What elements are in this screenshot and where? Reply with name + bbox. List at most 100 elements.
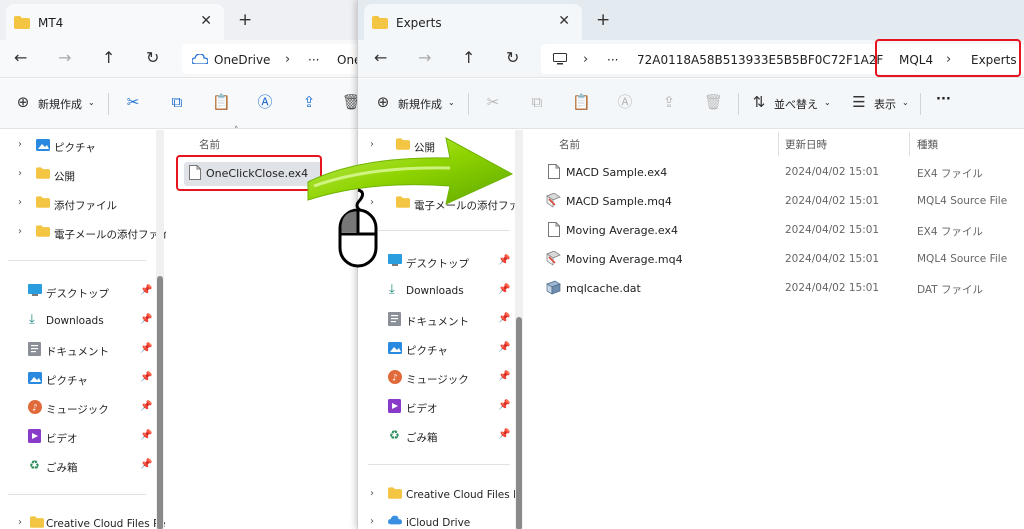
new-plus-icon[interactable]: ⊕ <box>374 93 392 111</box>
copy-icon[interactable]: ⧉ <box>168 93 186 111</box>
more-options-icon[interactable]: ··· <box>936 92 951 107</box>
share-icon[interactable]: ⇪ <box>300 93 318 111</box>
nav-item-creative-cloud[interactable]: › Creative Cloud Files Pe <box>370 486 516 506</box>
copy-icon[interactable]: ⧉ <box>528 93 546 111</box>
pin-icon[interactable]: 📌 <box>498 255 510 266</box>
quick-access-desktop[interactable]: デスクトップ 📌 <box>388 253 512 273</box>
sort-caret-icon: ˄ <box>234 126 239 136</box>
new-tab-icon[interactable]: + <box>238 10 252 30</box>
forward-icon[interactable]: → <box>418 48 431 67</box>
chevron-right-icon[interactable]: › <box>370 516 374 527</box>
close-tab-icon[interactable]: ✕ <box>200 13 212 29</box>
chevron-right-icon[interactable]: › <box>370 488 374 499</box>
chevron-right-icon[interactable]: › <box>18 139 22 150</box>
column-divider[interactable] <box>909 132 910 156</box>
pin-icon[interactable]: 📌 <box>498 371 510 382</box>
delete-icon[interactable]: 🗑 <box>704 93 723 111</box>
pin-icon[interactable]: 📌 <box>140 314 152 325</box>
quick-access-music[interactable]: ♪ ミュージック 📌 <box>388 369 512 389</box>
quick-access-downloads[interactable]: ⤓ Downloads 📌 <box>28 312 152 332</box>
back-icon[interactable]: ← <box>14 48 27 67</box>
pin-icon[interactable]: 📌 <box>498 400 510 411</box>
close-tab-icon[interactable]: ✕ <box>558 13 570 29</box>
sort-button[interactable]: 並べ替え <box>774 96 818 112</box>
pin-icon[interactable]: 📌 <box>498 429 510 440</box>
file-row[interactable]: mqlcache.dat 2024/04/02 15:01 DAT ファイル <box>542 277 1022 301</box>
address-field[interactable]: OneDrive › ··· One <box>182 44 360 74</box>
column-header-type[interactable]: 種類 <box>917 137 938 152</box>
column-divider[interactable] <box>778 132 779 156</box>
pin-icon[interactable]: 📌 <box>140 430 152 441</box>
nav-item-email-attachments[interactable]: › 電子メールの添付ファイ <box>18 224 166 244</box>
nav-label: ピクチャ <box>46 375 88 387</box>
nav-item-attachments[interactable]: › 添付ファイル <box>18 195 166 215</box>
pin-icon[interactable]: 📌 <box>140 285 152 296</box>
up-icon[interactable]: ↑ <box>462 48 475 67</box>
nav-item-icloud-drive[interactable]: › iCloud Drive <box>370 514 516 529</box>
file-name: MACD Sample.mq4 <box>566 195 672 208</box>
quick-access-documents[interactable]: ドキュメント 📌 <box>388 311 512 331</box>
toolbar-divider <box>738 93 739 115</box>
quick-access-pictures[interactable]: ピクチャ 📌 <box>28 370 152 390</box>
new-plus-icon[interactable]: ⊕ <box>14 93 32 111</box>
chevron-right-icon[interactable]: › <box>18 197 22 208</box>
quick-access-music[interactable]: ♪ ミュージック 📌 <box>28 399 152 419</box>
quick-access-downloads[interactable]: ⤓ Downloads 📌 <box>388 282 512 302</box>
column-header-name[interactable]: 名前 <box>199 137 220 152</box>
pin-icon[interactable]: 📌 <box>498 313 510 324</box>
refresh-icon[interactable]: ↻ <box>146 48 159 67</box>
nav-scrollbar[interactable] <box>156 130 164 529</box>
up-icon[interactable]: ↑ <box>102 48 115 67</box>
breadcrumb-more[interactable]: ··· <box>607 53 618 67</box>
chevron-right-icon[interactable]: › <box>18 517 22 528</box>
quick-access-documents[interactable]: ドキュメント 📌 <box>28 341 152 361</box>
file-row[interactable]: Moving Average.ex4 2024/04/02 15:01 EX4 … <box>542 219 1022 243</box>
paste-icon[interactable]: 📋 <box>572 93 591 111</box>
paste-icon[interactable]: 📋 <box>212 93 231 111</box>
pin-icon[interactable]: 📌 <box>498 284 510 295</box>
tab-experts[interactable]: Experts ✕ <box>364 4 582 40</box>
pin-icon[interactable]: 📌 <box>140 459 152 470</box>
nav-item-creative-cloud[interactable]: › Creative Cloud Files Pe <box>18 515 166 529</box>
refresh-icon[interactable]: ↻ <box>506 48 519 67</box>
back-icon[interactable]: ← <box>374 48 387 67</box>
nav-scrollbar-thumb[interactable] <box>157 276 163 529</box>
quick-access-videos[interactable]: ビデオ 📌 <box>28 428 152 448</box>
view-icon[interactable]: ☰ <box>850 93 868 111</box>
file-row[interactable]: MACD Sample.ex4 2024/04/02 15:01 EX4 ファイ… <box>542 161 1022 185</box>
quick-access-pictures[interactable]: ピクチャ 📌 <box>388 340 512 360</box>
share-icon[interactable]: ⇪ <box>660 93 678 111</box>
cut-icon[interactable]: ✂ <box>484 93 502 111</box>
pin-icon[interactable]: 📌 <box>140 343 152 354</box>
file-row[interactable]: Moving Average.mq4 2024/04/02 15:01 MQL4… <box>542 248 1022 272</box>
view-button[interactable]: 表示 <box>874 96 896 112</box>
new-tab-icon[interactable]: + <box>596 10 610 30</box>
quick-access-recycle-bin[interactable]: ♻ ごみ箱 📌 <box>28 457 152 477</box>
breadcrumb-data-folder[interactable]: 72A0118A58B513933E5B5BF0C72F1A2F <box>637 53 883 67</box>
forward-icon[interactable]: → <box>58 48 71 67</box>
pin-icon[interactable]: 📌 <box>498 342 510 353</box>
new-button[interactable]: 新規作成 <box>398 96 442 112</box>
cut-icon[interactable]: ✂ <box>124 93 142 111</box>
chevron-right-icon[interactable]: › <box>18 226 22 237</box>
nav-item-pictures[interactable]: › ピクチャ <box>18 137 166 157</box>
rename-icon[interactable]: Ⓐ <box>256 93 274 111</box>
quick-access-recycle-bin[interactable]: ♻ ごみ箱 📌 <box>388 427 512 447</box>
column-header-name[interactable]: 名前 <box>559 137 580 152</box>
new-button[interactable]: 新規作成 <box>38 96 82 112</box>
nav-item-public[interactable]: › 公開 <box>18 166 166 186</box>
quick-access-desktop[interactable]: デスクトップ 📌 <box>28 283 152 303</box>
pin-icon[interactable]: 📌 <box>140 401 152 412</box>
quick-access-videos[interactable]: ビデオ 📌 <box>388 398 512 418</box>
nav-scrollbar-thumb[interactable] <box>516 317 522 529</box>
chevron-right-icon[interactable]: › <box>18 168 22 179</box>
rename-icon[interactable]: Ⓐ <box>616 93 634 111</box>
pin-icon[interactable]: 📌 <box>140 372 152 383</box>
breadcrumb-onedrive[interactable]: OneDrive <box>214 53 270 67</box>
file-row[interactable]: MACD Sample.mq4 2024/04/02 15:01 MQL4 So… <box>542 190 1022 214</box>
nav-label: Creative Cloud Files Pe <box>46 518 166 529</box>
tab-mt4[interactable]: MT4 ✕ <box>6 4 224 40</box>
column-header-date[interactable]: 更新日時 <box>785 137 827 152</box>
sort-icon[interactable]: ⇅ <box>750 93 768 111</box>
breadcrumb-more[interactable]: ··· <box>308 53 319 67</box>
